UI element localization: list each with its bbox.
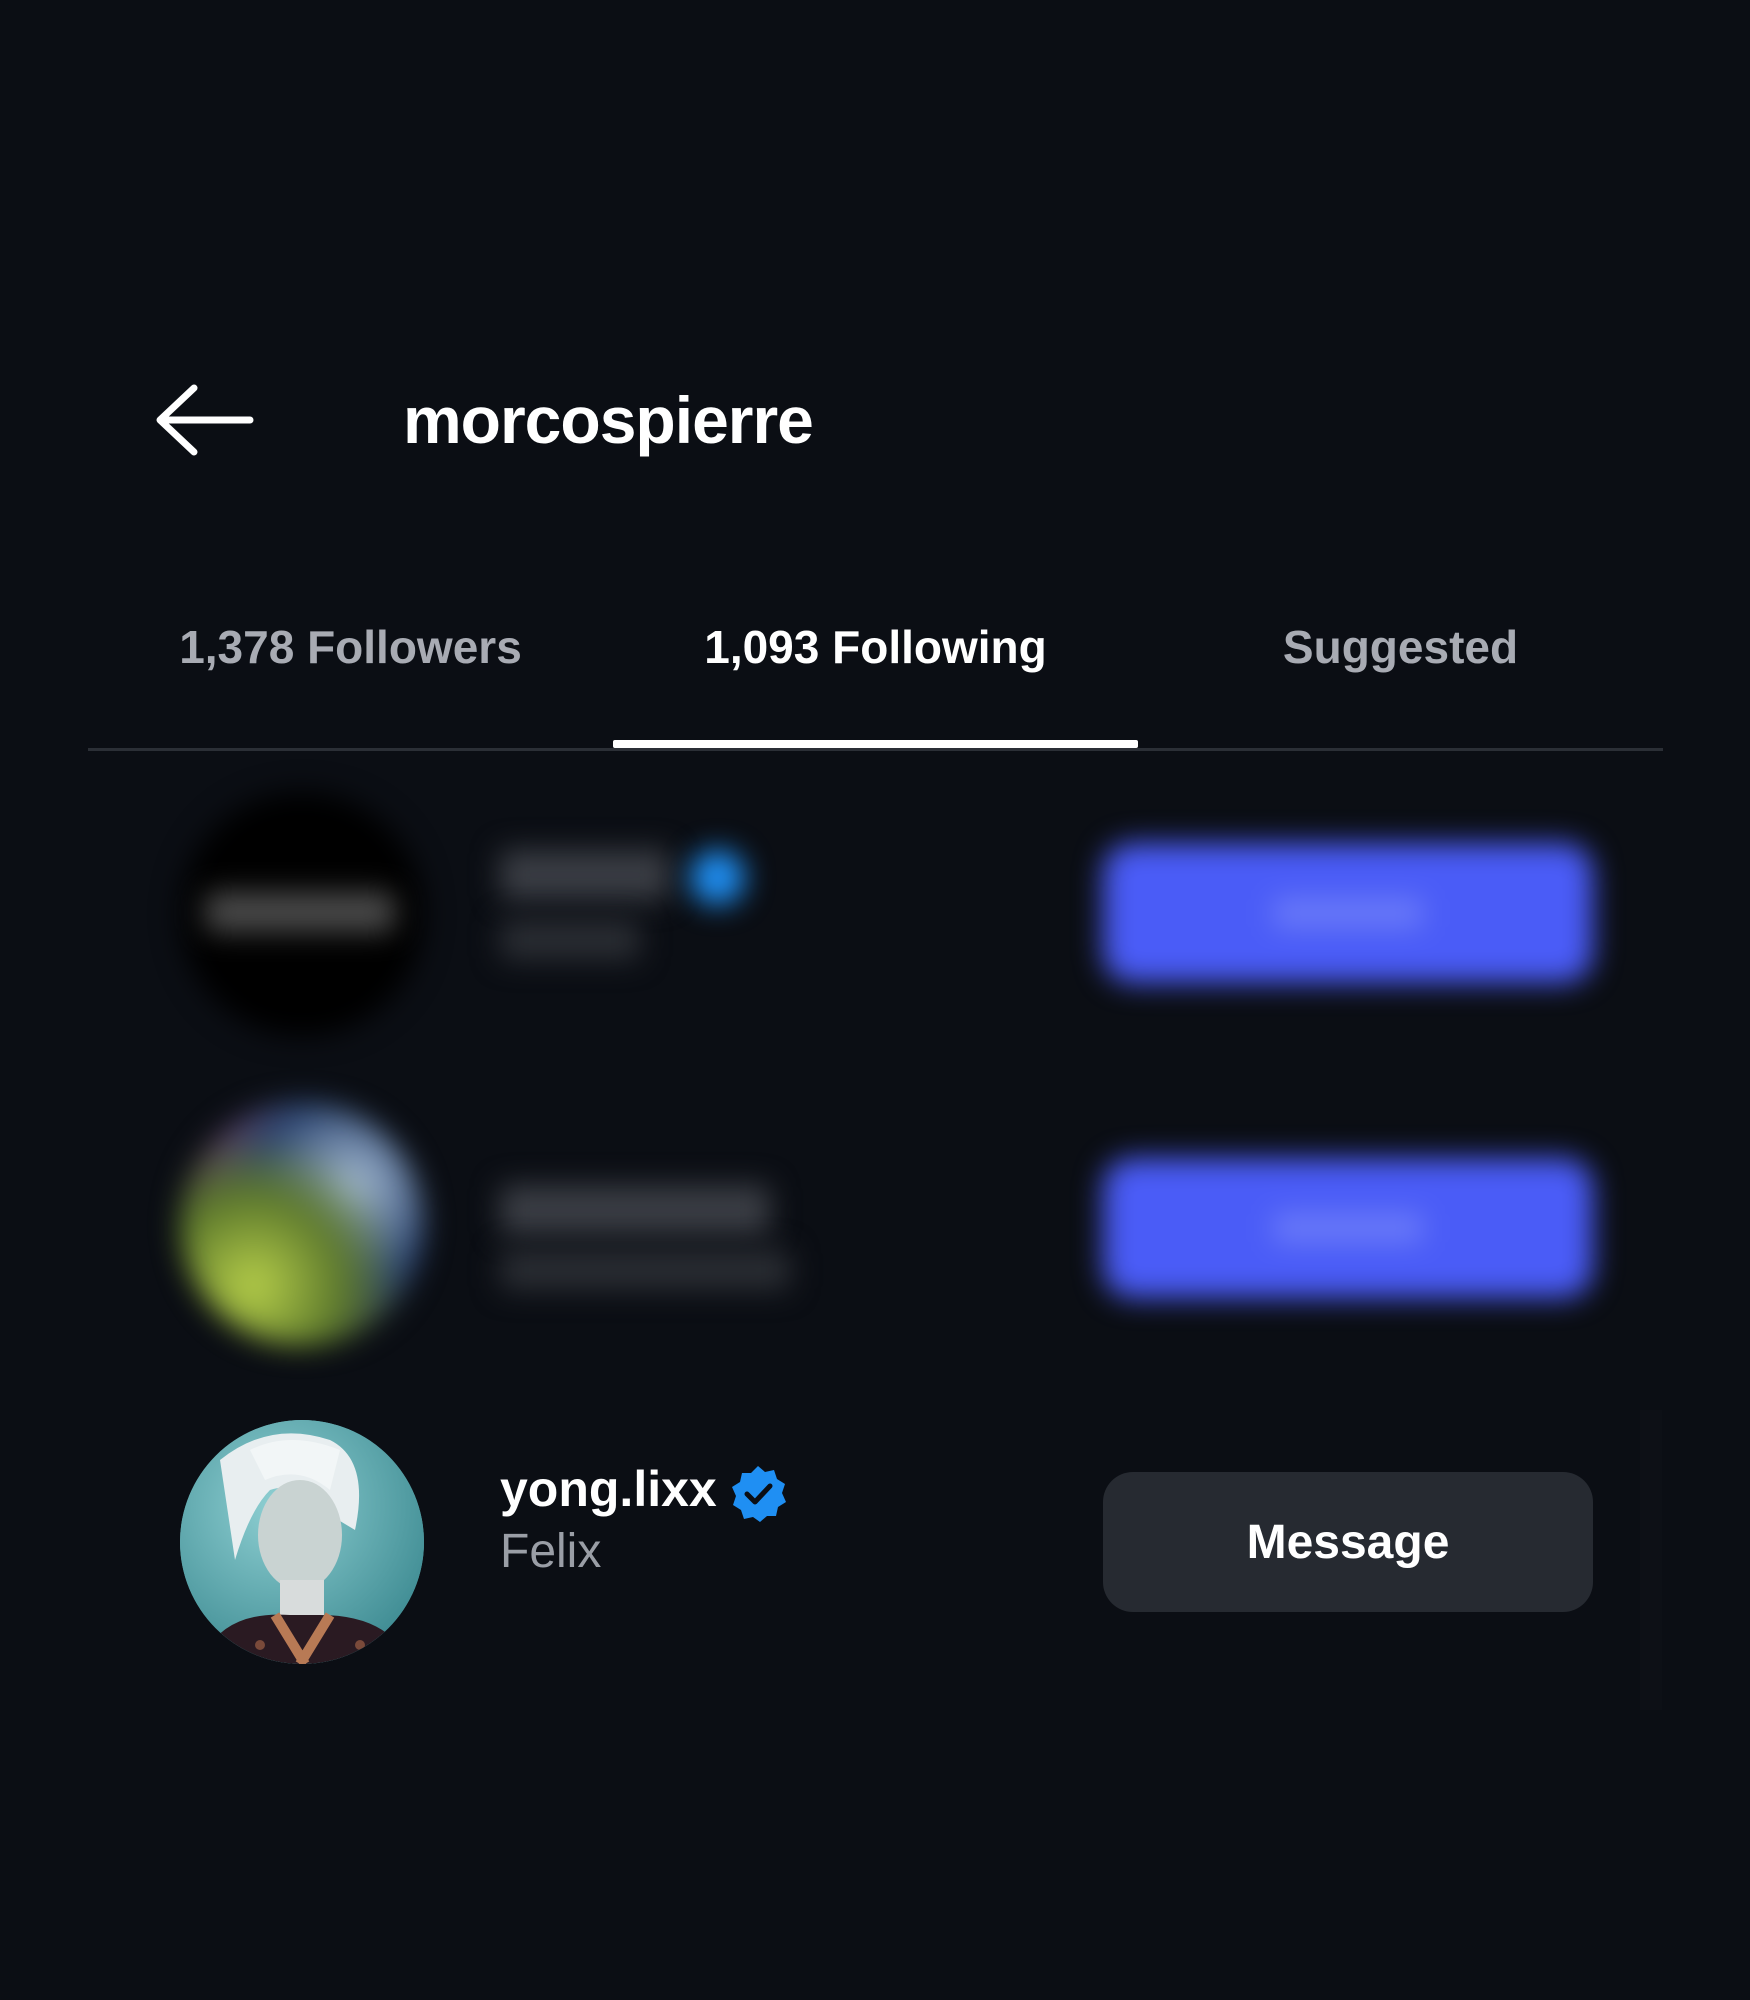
display-name-placeholder (500, 920, 640, 960)
list-item[interactable] (0, 780, 1750, 1040)
username-placeholder (500, 1185, 770, 1235)
message-button[interactable]: Message (1103, 1472, 1593, 1612)
scrollbar[interactable] (1640, 1410, 1662, 1710)
display-name-placeholder (500, 1250, 790, 1290)
arrow-left-icon (156, 384, 254, 456)
tab-following[interactable]: 1,093 Following (613, 590, 1138, 703)
header: morcospierre (0, 370, 1750, 470)
back-button[interactable] (150, 370, 270, 470)
avatar (180, 792, 424, 1036)
profile-photo (180, 1420, 424, 1664)
divider (88, 748, 1663, 751)
username[interactable]: yong.lixx (500, 1460, 717, 1518)
follow-button[interactable] (1103, 1158, 1593, 1298)
active-tab-indicator (613, 740, 1138, 748)
page-title: morcospierre (403, 383, 814, 457)
list-item[interactable] (0, 1090, 1750, 1350)
verified-badge-icon (690, 850, 745, 905)
avatar (180, 1420, 424, 1664)
tab-bar: 1,378 Followers 1,093 Following Suggeste… (88, 590, 1663, 750)
follow-button[interactable] (1103, 843, 1593, 983)
verified-badge-icon (732, 1466, 786, 1522)
display-name: Felix (500, 1525, 602, 1578)
username-placeholder (500, 850, 670, 900)
avatar (180, 1102, 424, 1346)
tab-suggested[interactable]: Suggested (1138, 590, 1663, 703)
tab-followers[interactable]: 1,378 Followers (88, 590, 613, 703)
list-item[interactable]: yong.lixx Felix Message (0, 1420, 1750, 1680)
